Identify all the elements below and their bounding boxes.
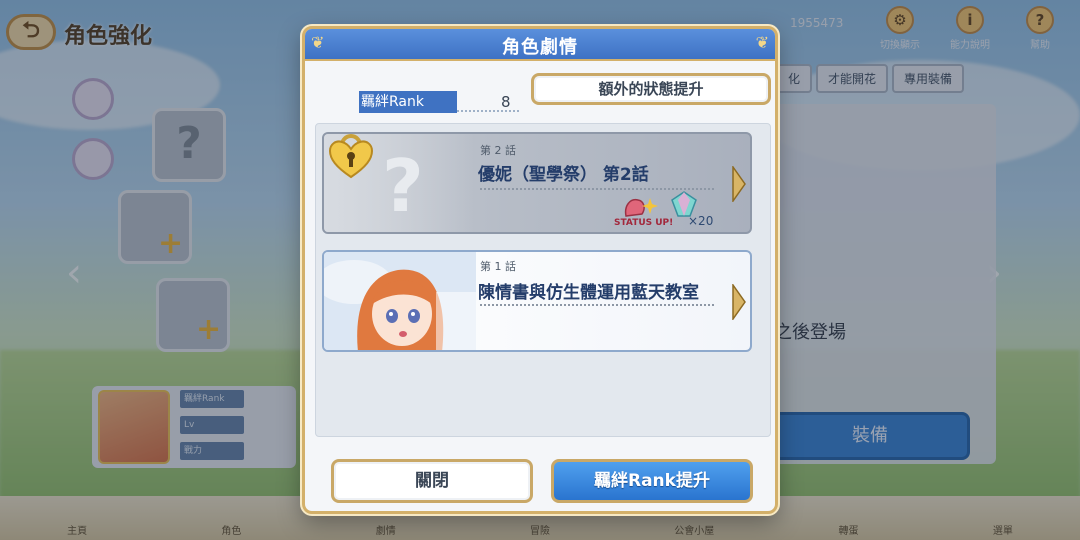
episode-number: 第 2 話 (480, 144, 516, 157)
character-story-dialog: ❦ 角色劇情 ❦ 羈絆Rank 8 額外的狀態提升 ? 第 2 話 優妮（聖學祭… (302, 26, 778, 514)
heart-lock-icon (328, 134, 374, 179)
episode-list: ? 第 2 話 優妮（聖學祭） 第2話 STATUS UP! ×20 第 1 話… (315, 123, 771, 437)
episode-thumbnail (324, 252, 476, 350)
bond-rank-label: 羈絆Rank (359, 91, 457, 113)
question-mark-icon: ? (382, 144, 424, 228)
extra-status-up-button[interactable]: 額外的狀態提升 (531, 73, 771, 105)
bond-rank-up-button[interactable]: 羈絆Rank提升 (551, 459, 753, 503)
status-up-label: STATUS UP! (614, 218, 674, 228)
episode-item[interactable]: 第 1 話 陳情書與仿生體運用藍天教室 (322, 250, 752, 352)
chevron-right-icon (732, 166, 746, 202)
jewel-count: ×20 (688, 214, 714, 228)
episode-number: 第 1 話 (480, 260, 516, 273)
dialog-header: ❦ 角色劇情 ❦ (305, 29, 775, 61)
episode-title: 陳情書與仿生體運用藍天教室 (478, 283, 699, 303)
chevron-right-icon (732, 284, 746, 320)
close-button[interactable]: 關閉 (331, 459, 533, 503)
character-illustration (324, 252, 476, 350)
episode-thumbnail-placeholder: ? (324, 134, 476, 232)
episode-item-locked[interactable]: ? 第 2 話 優妮（聖學祭） 第2話 STATUS UP! ×20 (322, 132, 752, 234)
bond-rank-value: 8 (501, 93, 511, 111)
episode-title: 優妮（聖學祭） 第2話 (478, 165, 649, 185)
ornament-icon: ❦ (755, 33, 769, 52)
status-up-icon (624, 198, 658, 217)
dialog-title: 角色劇情 (502, 37, 578, 58)
dotted-divider (480, 304, 714, 306)
